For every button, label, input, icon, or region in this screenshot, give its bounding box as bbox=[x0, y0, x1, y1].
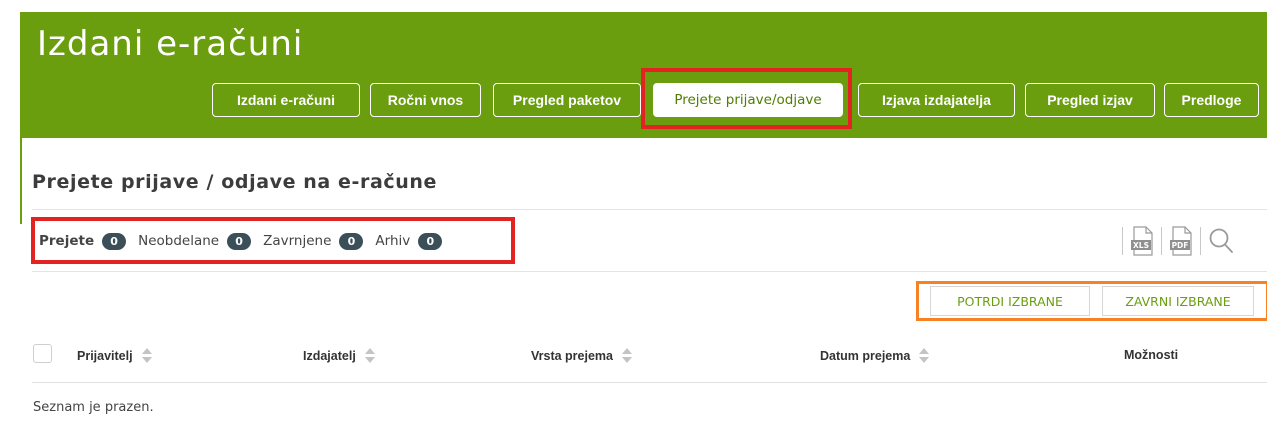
accent-strip bbox=[20, 138, 22, 224]
highlight-active-tab bbox=[641, 68, 852, 129]
column-moznosti: Možnosti bbox=[1124, 348, 1178, 362]
empty-list-message: Seznam je prazen. bbox=[33, 400, 154, 415]
sort-icon[interactable] bbox=[622, 348, 632, 363]
column-label: Možnosti bbox=[1124, 348, 1179, 362]
divider bbox=[1200, 227, 1201, 255]
xls-export-icon[interactable]: XLS bbox=[1130, 226, 1154, 256]
highlight-filters bbox=[31, 217, 515, 264]
tab-pregled-izjav[interactable]: Pregled izjav bbox=[1025, 83, 1155, 117]
confirm-selected-button[interactable]: POTRDI IZBRANE bbox=[930, 286, 1090, 316]
column-datum-prejema[interactable]: Datum prejema bbox=[820, 348, 930, 363]
pdf-export-icon[interactable]: PDF bbox=[1169, 226, 1193, 256]
column-vrsta-prejema[interactable]: Vrsta prejema bbox=[531, 348, 632, 363]
table-divider bbox=[32, 382, 1267, 383]
pdf-label: PDF bbox=[1172, 241, 1189, 250]
column-label: Prijavitelj bbox=[77, 348, 133, 363]
column-izdajatelj[interactable]: Izdajatelj bbox=[303, 348, 375, 363]
sort-icon[interactable] bbox=[919, 348, 930, 363]
divider bbox=[1122, 227, 1123, 255]
divider bbox=[1161, 227, 1162, 255]
search-icon[interactable] bbox=[1208, 227, 1234, 255]
tab-pregled-paketov[interactable]: Pregled paketov bbox=[493, 83, 641, 117]
toolbar: XLS PDF bbox=[1115, 222, 1234, 260]
reject-selected-button[interactable]: ZAVRNI IZBRANE bbox=[1102, 286, 1254, 316]
sort-icon[interactable] bbox=[364, 348, 375, 363]
tab-izdani-e-racuni[interactable]: Izdani e-računi bbox=[212, 83, 360, 117]
page-title: Prejete prijave / odjave na e-račune bbox=[32, 171, 438, 193]
select-all-checkbox[interactable] bbox=[33, 344, 52, 363]
column-label: Datum prejema bbox=[820, 348, 911, 363]
tab-rocni-vnos[interactable]: Ročni vnos bbox=[370, 83, 481, 117]
column-label: Izdajatelj bbox=[303, 348, 356, 363]
sort-icon[interactable] bbox=[141, 348, 152, 363]
column-prijavitelj[interactable]: Prijavitelj bbox=[77, 348, 152, 363]
tab-predloge[interactable]: Predloge bbox=[1164, 83, 1259, 117]
xls-label: XLS bbox=[1133, 241, 1149, 250]
column-label: Vrsta prejema bbox=[531, 348, 613, 363]
tab-izjava-izdajatelja[interactable]: Izjava izdajatelja bbox=[858, 83, 1015, 117]
